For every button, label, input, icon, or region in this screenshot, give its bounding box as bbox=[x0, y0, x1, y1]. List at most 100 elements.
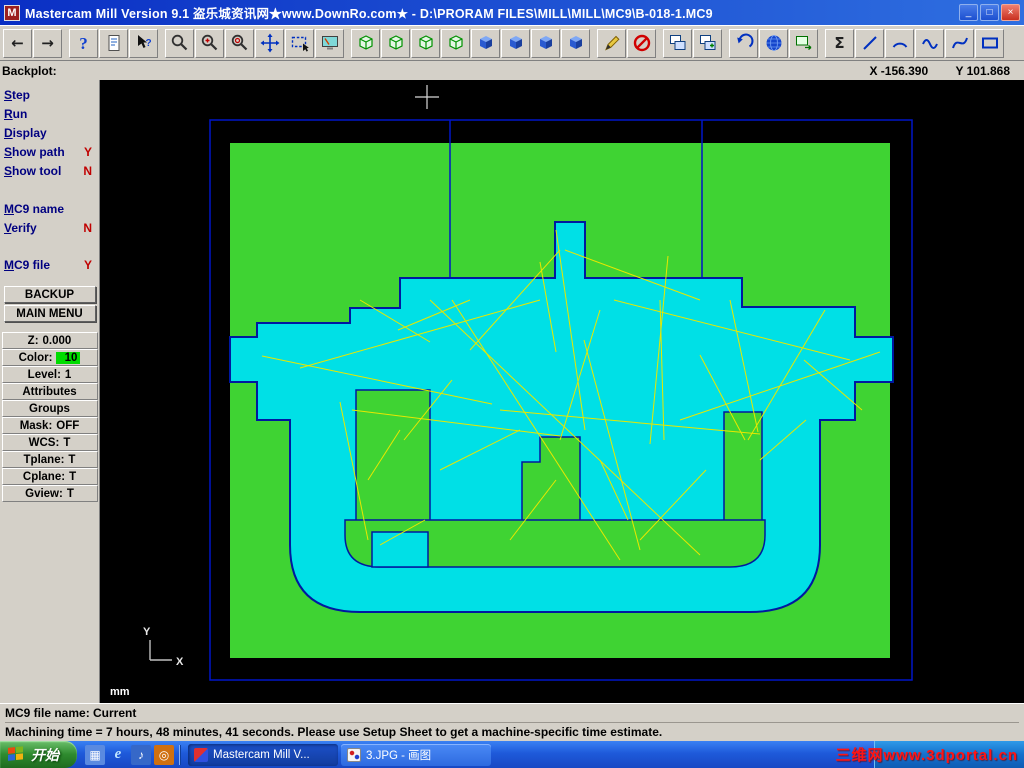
gview-field[interactable]: Gview: T bbox=[1, 485, 98, 502]
cplane-top-button[interactable] bbox=[471, 28, 500, 58]
graphics-viewport: Y X mm bbox=[100, 80, 1024, 703]
field-label: Color: bbox=[18, 351, 53, 364]
drafting-button[interactable] bbox=[597, 28, 626, 58]
gview-top-button[interactable] bbox=[351, 28, 380, 58]
field-label: Mask: bbox=[19, 419, 53, 432]
zoom-window-icon bbox=[171, 34, 187, 51]
start-button-label: 开始 bbox=[31, 746, 59, 763]
title-bar: M Mastercam Mill Version 9.1 盗乐城资讯网★www.… bbox=[0, 0, 1024, 25]
cursor-help-button[interactable]: ? bbox=[129, 28, 158, 58]
minimize-button[interactable]: _ bbox=[959, 4, 978, 21]
close-icon: × bbox=[1007, 6, 1014, 18]
field-label: Tplane: bbox=[23, 453, 65, 466]
cplane-3d-button[interactable] bbox=[561, 28, 590, 58]
delete-icon bbox=[633, 34, 650, 52]
create-spline-button[interactable] bbox=[945, 28, 974, 58]
close-button[interactable]: × bbox=[1001, 4, 1020, 21]
main-menu-button[interactable]: MAIN MENU bbox=[3, 305, 96, 322]
create-arc-button[interactable] bbox=[885, 28, 914, 58]
gview-front-button[interactable] bbox=[381, 28, 410, 58]
zoom-in-icon bbox=[201, 34, 217, 51]
menu-item-show-path[interactable]: Show path Y bbox=[0, 142, 99, 161]
field-label: Z: bbox=[27, 334, 39, 347]
wcs-field[interactable]: WCS: T bbox=[1, 434, 98, 451]
menu-item-verify[interactable]: Verify N bbox=[0, 218, 99, 237]
svg-text:?: ? bbox=[145, 38, 151, 49]
coordinate-readout: X -156.390 Y 101.868 bbox=[845, 64, 1010, 78]
gview-isometric-icon bbox=[448, 35, 463, 50]
zoom-previous-button[interactable] bbox=[225, 28, 254, 58]
axis-y-label: Y bbox=[143, 626, 151, 638]
back-arrow-icon: ← bbox=[11, 33, 24, 52]
backup-button[interactable]: BACKUP bbox=[3, 286, 96, 303]
cursor-help-icon: ? bbox=[137, 35, 151, 49]
forward-button[interactable]: → bbox=[33, 28, 62, 58]
zoom-window-button[interactable] bbox=[165, 28, 194, 58]
menu-item-display[interactable]: Display bbox=[0, 123, 99, 142]
menu-item-value: Y bbox=[83, 257, 92, 272]
mask-field[interactable]: Mask: OFF bbox=[1, 417, 98, 434]
back-button[interactable]: ← bbox=[3, 28, 32, 58]
color-field[interactable]: Color: 10 bbox=[1, 349, 98, 366]
fillet-curve-icon bbox=[921, 39, 938, 49]
create-rectangle-button[interactable] bbox=[975, 28, 1004, 58]
cplane-3d-icon bbox=[569, 36, 582, 49]
dynamic-pan-button[interactable] bbox=[255, 28, 284, 58]
maximize-icon: □ bbox=[986, 6, 993, 18]
media-player-icon[interactable]: ◎ bbox=[154, 744, 174, 765]
undo-button[interactable] bbox=[729, 28, 758, 58]
maximize-button[interactable]: □ bbox=[980, 4, 999, 21]
menu-item-run[interactable]: Run bbox=[0, 104, 99, 123]
menu-item-mc9-file[interactable]: MC9 file Y bbox=[0, 255, 99, 274]
groups-button[interactable]: Groups bbox=[1, 400, 98, 417]
repaint-button[interactable] bbox=[315, 28, 344, 58]
sigma-button[interactable]: Σ bbox=[825, 28, 854, 58]
attributes-button[interactable]: Attributes bbox=[1, 383, 98, 400]
volume-icon[interactable]: ♪ bbox=[131, 744, 151, 765]
level-field[interactable]: Level: 1 bbox=[1, 366, 98, 383]
mode-label: Backplot: bbox=[2, 63, 57, 78]
screen-copy-button[interactable] bbox=[663, 28, 692, 58]
window-select-button[interactable] bbox=[285, 28, 314, 58]
pocket-left bbox=[355, 389, 431, 523]
create-fillet-button[interactable] bbox=[915, 28, 944, 58]
spline-icon bbox=[951, 37, 968, 49]
menu-item-mc9-name[interactable]: MC9 name bbox=[0, 199, 99, 218]
screen-next-button[interactable] bbox=[789, 28, 818, 58]
start-button[interactable]: 开始 bbox=[0, 741, 77, 768]
help-button[interactable]: ? bbox=[69, 28, 98, 58]
menu-item-value: N bbox=[83, 220, 92, 235]
axis-indicator: Y X bbox=[143, 626, 184, 668]
cplane-side-button[interactable] bbox=[531, 28, 560, 58]
field-value: 0.000 bbox=[42, 334, 72, 347]
screen-next-icon bbox=[795, 36, 811, 51]
field-value: T bbox=[69, 470, 77, 483]
z-depth-field[interactable]: Z: 0.000 bbox=[1, 332, 98, 349]
create-line-button[interactable] bbox=[855, 28, 884, 58]
internet-explorer-icon[interactable]: e bbox=[108, 745, 128, 765]
menu-item-step[interactable]: Step bbox=[0, 85, 99, 104]
gview-isometric-button[interactable] bbox=[441, 28, 470, 58]
file-edit-button[interactable] bbox=[99, 28, 128, 58]
forward-arrow-icon: → bbox=[41, 33, 54, 52]
cplane-top-icon bbox=[479, 36, 492, 49]
screen-paste-button[interactable] bbox=[693, 28, 722, 58]
gview-top-icon bbox=[358, 35, 373, 50]
viewport-canvas[interactable]: Y X mm bbox=[100, 80, 1024, 703]
show-desktop-icon[interactable]: ▦ bbox=[85, 744, 105, 765]
field-label: WCS: bbox=[28, 436, 60, 449]
menu-item-show-tool[interactable]: Show tool N bbox=[0, 161, 99, 180]
status-bar: MC9 file name: Current Machining time = … bbox=[0, 703, 1024, 741]
tplane-field[interactable]: Tplane: T bbox=[1, 451, 98, 468]
gview-side-button[interactable] bbox=[411, 28, 440, 58]
cplane-field[interactable]: Cplane: T bbox=[1, 468, 98, 485]
task-button-paint[interactable]: 3.JPG - 画图 bbox=[341, 743, 491, 766]
zoom-in-button[interactable] bbox=[195, 28, 224, 58]
menu-item-label: MC9 name bbox=[4, 201, 65, 216]
delete-button[interactable] bbox=[627, 28, 656, 58]
cplane-front-button[interactable] bbox=[501, 28, 530, 58]
task-button-mastercam[interactable]: Mastercam Mill V... bbox=[188, 743, 338, 766]
color-swatch[interactable]: 10 bbox=[56, 351, 81, 364]
quick-launch: ▦ e ♪ ◎ bbox=[85, 744, 174, 765]
globe-button[interactable] bbox=[759, 28, 788, 58]
